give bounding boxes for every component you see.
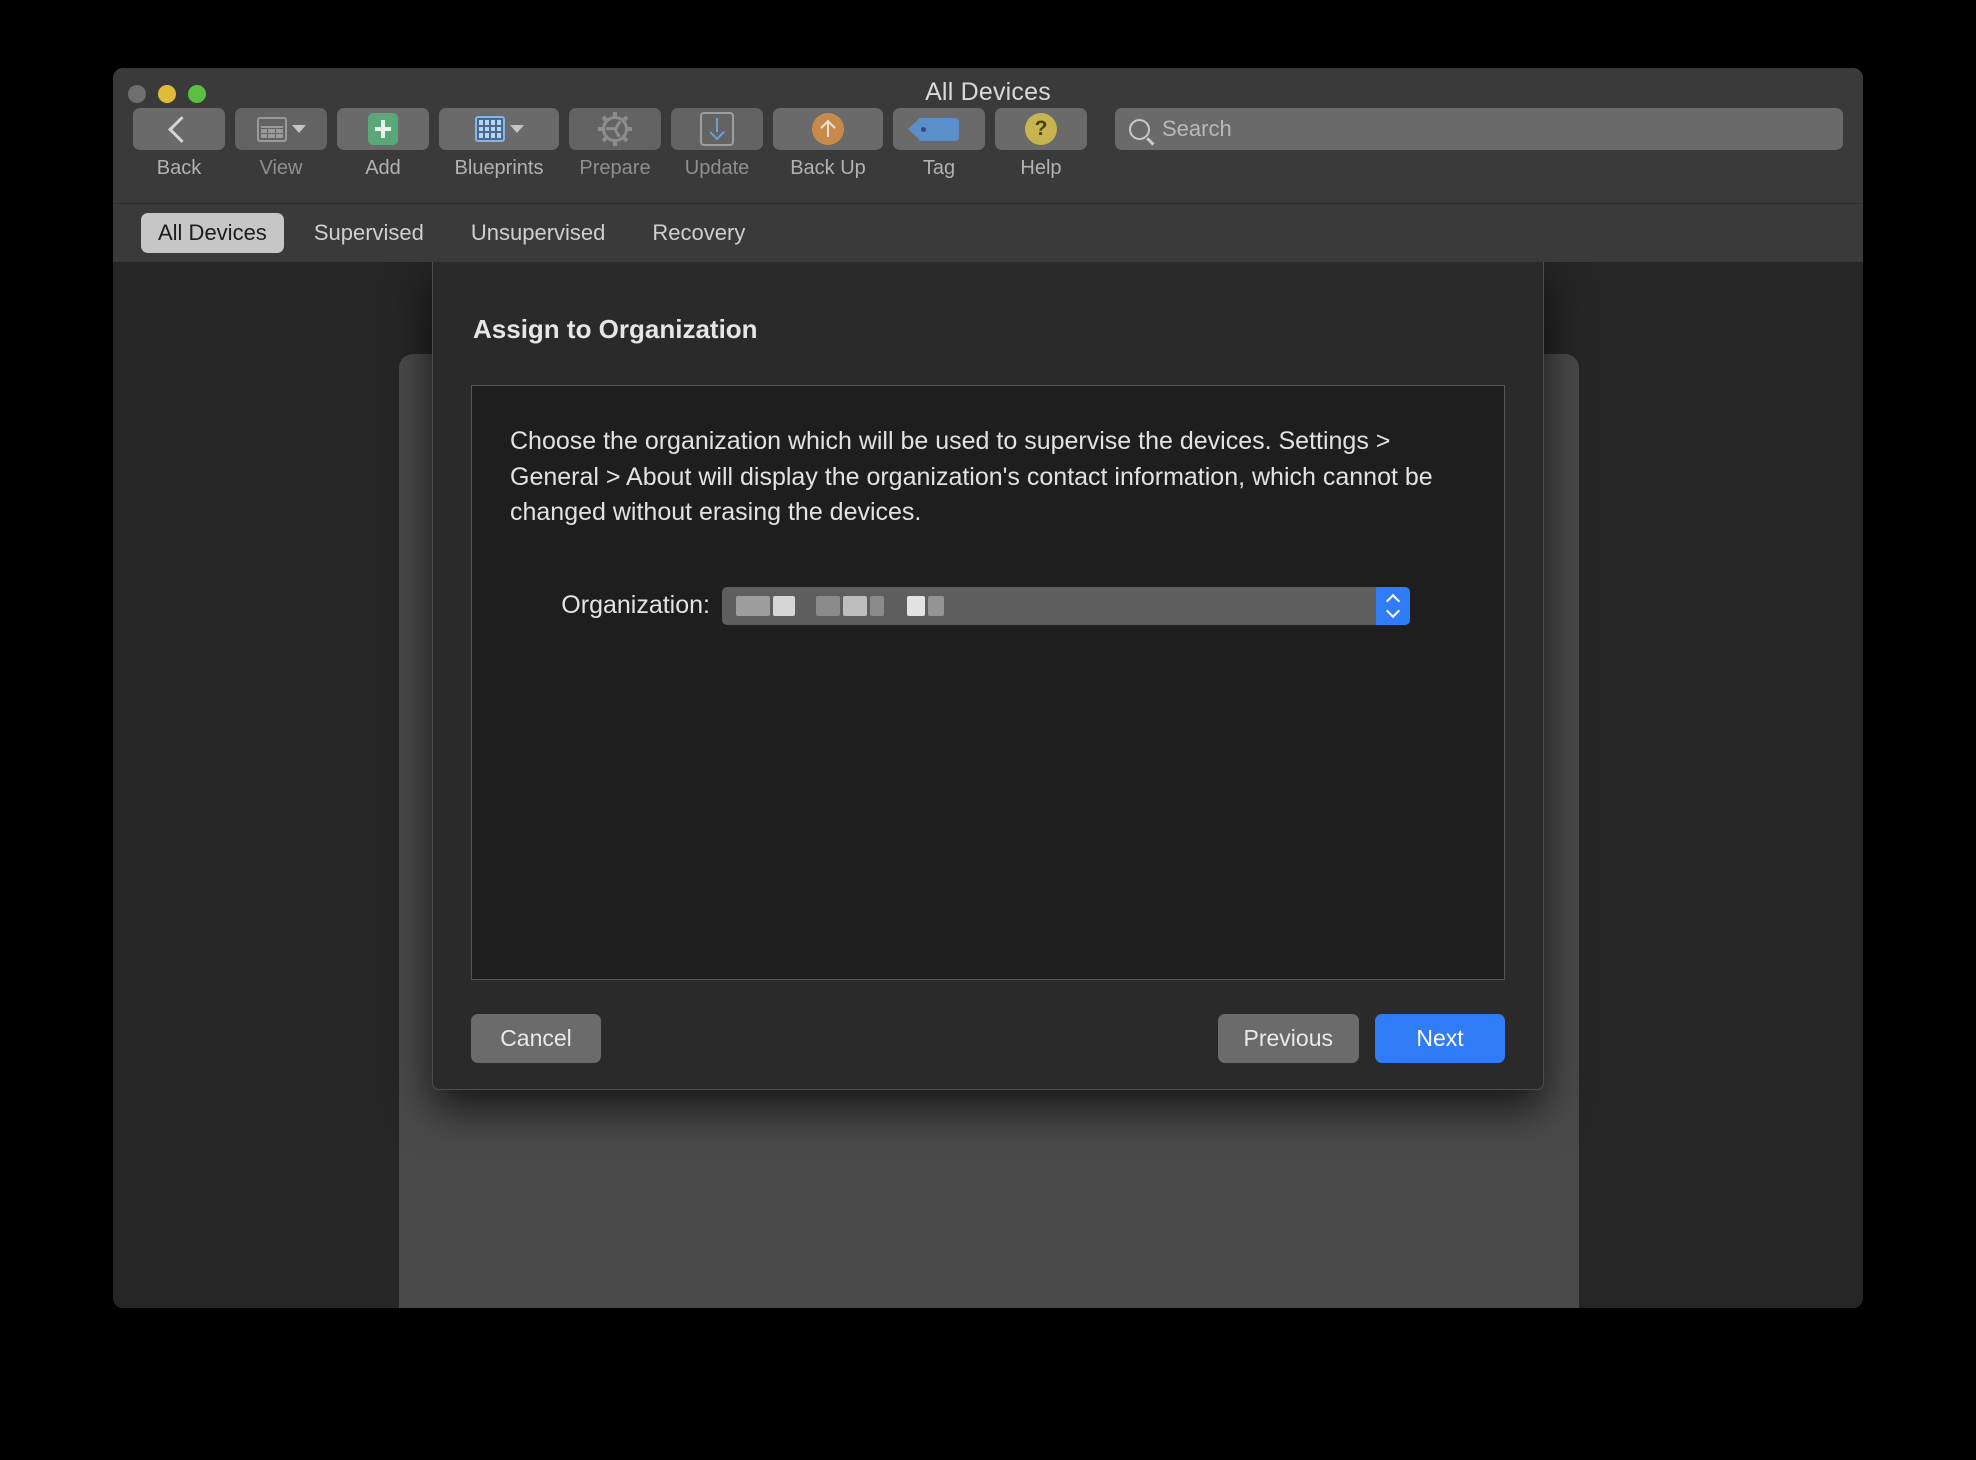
toolbar-label-add: Add <box>365 157 401 179</box>
add-plus-icon <box>368 113 398 145</box>
toolbar-button-help[interactable]: ? Help <box>995 108 1087 180</box>
toolbar-label-help: Help <box>1020 157 1062 179</box>
sheet-title: Assign to Organization <box>473 314 758 344</box>
toolbar-label-tag: Tag <box>922 157 956 179</box>
table-view-icon <box>256 116 287 142</box>
tab-unsupervised[interactable]: Unsupervised <box>454 213 623 253</box>
toolbar-label-blueprints: Blueprints <box>454 157 544 179</box>
toolbar-label-view: View <box>259 157 303 179</box>
organization-stepper[interactable] <box>1376 586 1410 625</box>
toolbar-button-prepare[interactable]: Prepare <box>569 108 661 180</box>
sheet-panel: Choose the organization which will be us… <box>471 385 1505 980</box>
organization-field-row: Organization: <box>510 586 1466 625</box>
blueprints-grid-icon <box>474 116 505 142</box>
app-window: All Devices Back View Add Blueprints Pre… <box>113 68 1863 1308</box>
device-content-area:  tv Assign to Organization Choose the o… <box>113 262 1863 1308</box>
chevron-down-icon <box>291 125 306 133</box>
toolbar-button-view[interactable]: View <box>235 108 327 180</box>
assign-to-organization-sheet: Assign to Organization Choose the organi… <box>432 262 1544 1090</box>
upload-arrow-circle-icon <box>812 113 844 145</box>
toolbar-button-tag[interactable]: Tag <box>893 108 985 180</box>
screen: All Devices Back View Add Blueprints Pre… <box>0 0 1976 1460</box>
cancel-button[interactable]: Cancel <box>471 1014 601 1063</box>
toolbar-button-backup[interactable]: Back Up <box>773 108 883 180</box>
download-arrow-icon <box>700 112 734 146</box>
toolbar-button-back[interactable]: Back <box>133 108 225 180</box>
back-chevron-icon <box>168 115 195 143</box>
tab-supervised[interactable]: Supervised <box>297 213 441 253</box>
window-title: All Devices <box>925 78 1051 106</box>
toolbar-label-update: Update <box>684 157 750 179</box>
tab-recovery[interactable]: Recovery <box>635 213 762 253</box>
next-button[interactable]: Next <box>1375 1014 1505 1063</box>
search-icon <box>1129 118 1150 140</box>
help-question-icon: ? <box>1025 113 1057 145</box>
stepper-down-icon <box>1387 608 1400 615</box>
tag-icon <box>908 117 959 141</box>
window-titlebar: All Devices Back View Add Blueprints Pre… <box>113 68 1863 204</box>
sheet-description: Choose the organization which will be us… <box>510 427 1433 526</box>
search-field[interactable]: Search <box>1115 108 1843 150</box>
search-placeholder: Search <box>1162 116 1232 141</box>
toolbar-button-blueprints[interactable]: Blueprints <box>439 108 559 180</box>
toolbar-label-prepare: Prepare <box>579 157 651 179</box>
stepper-up-icon <box>1387 596 1400 603</box>
chevron-down-icon <box>509 125 524 133</box>
organization-label: Organization: <box>561 591 710 619</box>
organization-value-redacted <box>736 595 944 616</box>
toolbar-label-backup: Back Up <box>790 157 866 179</box>
device-filter-tabs: All Devices Supervised Unsupervised Reco… <box>113 204 1863 263</box>
toolbar-label-back: Back <box>156 157 202 179</box>
sheet-footer: Cancel Previous Next <box>471 1014 1505 1063</box>
toolbar-button-add[interactable]: Add <box>337 108 429 180</box>
toolbar: Back View Add Blueprints Prepare Update … <box>113 108 1863 200</box>
organization-select[interactable] <box>722 586 1410 625</box>
toolbar-button-update[interactable]: Update <box>671 108 763 180</box>
tab-all-devices[interactable]: All Devices <box>141 213 284 253</box>
previous-button[interactable]: Previous <box>1217 1014 1359 1063</box>
search-container: Search <box>1115 108 1843 150</box>
gear-icon <box>598 112 632 146</box>
